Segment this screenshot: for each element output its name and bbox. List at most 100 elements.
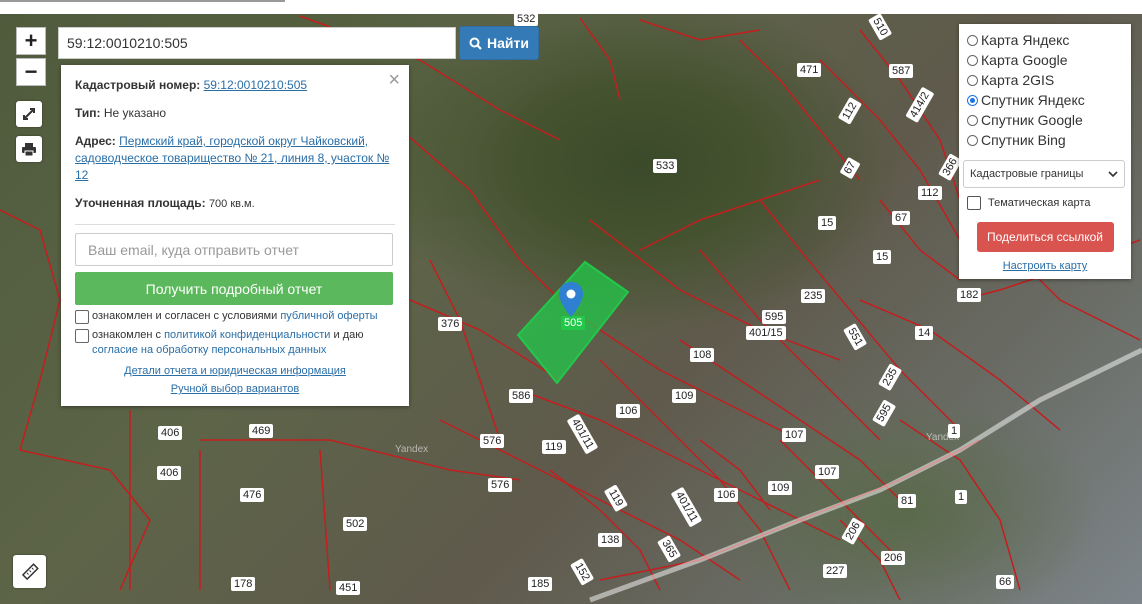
- plot-number-label: 586: [509, 389, 534, 403]
- search-button[interactable]: Найти: [459, 26, 539, 60]
- zoom-out-button[interactable]: −: [16, 58, 46, 86]
- area-label: Уточненная площадь:: [75, 196, 206, 210]
- plot-number-label: 471: [797, 63, 822, 77]
- layer-option-label: Карта Google: [981, 52, 1068, 68]
- privacy-policy-link[interactable]: политикой конфиденциальности: [164, 329, 330, 341]
- adjust-map-link[interactable]: Настроить карту: [1003, 260, 1088, 272]
- map-watermark: Yandex: [395, 444, 429, 455]
- layer-radio[interactable]: [967, 94, 978, 106]
- personal-data-consent-link[interactable]: согласие на обработку персональных данны…: [92, 344, 326, 356]
- plot-number-label: 15: [818, 216, 837, 230]
- overlay-select-value: Кадастровые границы: [970, 168, 1084, 180]
- search-button-label: Найти: [487, 35, 529, 51]
- close-popup-button[interactable]: ×: [388, 69, 400, 92]
- plot-number-label: 532: [514, 14, 539, 26]
- plot-number-label: 401/15: [746, 326, 786, 340]
- plot-number-label: 576: [480, 434, 505, 448]
- address-label: Адрес:: [75, 134, 116, 148]
- privacy-checkbox[interactable]: [75, 329, 89, 343]
- plot-number-label: 469: [249, 424, 274, 438]
- plot-number-label: 109: [768, 481, 793, 495]
- offer-checkbox[interactable]: [75, 310, 89, 324]
- type-row: Тип: Не указано: [75, 105, 395, 122]
- plot-number-label: 376: [438, 317, 463, 331]
- email-input[interactable]: Ваш email, куда отправить отчет: [75, 233, 393, 266]
- thematic-map-label: Тематическая карта: [988, 197, 1091, 209]
- layer-option-label: Спутник Google: [981, 112, 1083, 128]
- plot-number-label: 595: [762, 310, 787, 324]
- privacy-mid-text: и даю: [333, 329, 364, 341]
- manual-choice-link[interactable]: Ручной выбор вариантов: [171, 383, 299, 395]
- overlay-select[interactable]: Кадастровые границы: [963, 160, 1125, 188]
- cadastral-number-row: Кадастровый номер: 59:12:0010210:505: [75, 77, 395, 94]
- plot-number-label: 81: [898, 494, 917, 508]
- layer-radio[interactable]: [967, 54, 978, 66]
- plot-number-label: 476: [240, 488, 265, 502]
- cadastral-number-link[interactable]: 59:12:0010210:505: [204, 78, 307, 92]
- cadastral-number-label: Кадастровый номер:: [75, 78, 201, 92]
- plot-number-label: 451: [336, 581, 361, 595]
- expand-icon: [23, 108, 35, 120]
- cadastral-search-input[interactable]: [58, 27, 456, 59]
- measure-button[interactable]: [13, 555, 46, 588]
- layer-radio[interactable]: [967, 74, 978, 86]
- offer-agreement: ознакомлен и согласен с условиями публич…: [75, 309, 395, 324]
- layer-option-label: Карта 2GIS: [981, 72, 1055, 88]
- plot-number-label: 106: [714, 488, 739, 502]
- share-link-button[interactable]: Поделиться ссылкой: [976, 222, 1114, 252]
- plot-number-label: 15: [873, 250, 892, 264]
- fullscreen-button[interactable]: [16, 101, 42, 127]
- print-button[interactable]: [16, 136, 42, 162]
- layer-option[interactable]: Спутник Google: [967, 110, 1123, 130]
- layer-radio[interactable]: [967, 114, 978, 126]
- report-details-link[interactable]: Детали отчета и юридическая информация: [124, 365, 346, 377]
- printer-icon: [22, 143, 36, 156]
- top-strip: [0, 0, 1142, 14]
- thematic-map-toggle[interactable]: Тематическая карта: [967, 196, 1123, 210]
- plot-number-label: 112: [918, 186, 942, 200]
- layer-option-label: Спутник Яндекс: [981, 92, 1085, 108]
- plot-number-label: 66: [996, 575, 1015, 589]
- plot-number-label: 1: [955, 490, 968, 504]
- area-row: Уточненная площадь: 700 кв.м.: [75, 195, 395, 213]
- plot-info-popup: × Кадастровый номер: 59:12:0010210:505 Т…: [61, 65, 409, 406]
- type-value: Не указано: [103, 106, 167, 120]
- layer-radio[interactable]: [967, 34, 978, 46]
- plot-number-label: 182: [957, 288, 982, 302]
- plot-number-label: 406: [157, 466, 182, 480]
- plot-number-label: 67: [892, 211, 911, 225]
- location-marker-icon[interactable]: [558, 282, 584, 318]
- plot-number-label: 109: [672, 389, 697, 403]
- map-layers-panel: Карта Яндекс Карта Google Карта 2GIS Спутни…: [959, 24, 1131, 279]
- divider: [75, 224, 395, 225]
- address-row: Адрес: Пермский край, городской округ Ча…: [75, 133, 395, 184]
- plot-number-label: 576: [488, 478, 513, 492]
- layer-option[interactable]: Карта Яндекс: [967, 30, 1123, 50]
- plot-number-label: 107: [815, 465, 840, 479]
- offer-text: ознакомлен и согласен с условиями: [92, 310, 278, 322]
- ruler-icon: [21, 562, 39, 580]
- layer-radio[interactable]: [967, 134, 978, 146]
- thematic-map-checkbox[interactable]: [967, 196, 981, 210]
- plot-number-label: 587: [889, 64, 914, 78]
- public-offer-link[interactable]: публичной оферты: [280, 310, 377, 322]
- plot-number-label: 533: [653, 159, 678, 173]
- plot-number-label: 107: [782, 428, 807, 442]
- layer-option[interactable]: Карта Google: [967, 50, 1123, 70]
- layer-option[interactable]: Спутник Bing: [967, 130, 1123, 150]
- privacy-agreement: ознакомлен с политикой конфиденциальност…: [75, 328, 395, 358]
- search-icon: [469, 37, 482, 50]
- map-watermark: Yandex: [926, 432, 960, 443]
- get-report-button[interactable]: Получить подробный отчет: [75, 272, 393, 305]
- address-link[interactable]: Пермский край, городской округ Чайковски…: [75, 134, 389, 182]
- area-value: 700 кв.м.: [208, 198, 255, 210]
- zoom-in-button[interactable]: +: [16, 27, 46, 55]
- layer-option[interactable]: Спутник Яндекс: [967, 90, 1123, 110]
- layer-option[interactable]: Карта 2GIS: [967, 70, 1123, 90]
- plot-number-label: 108: [690, 348, 715, 362]
- plot-number-label: 227: [823, 564, 848, 578]
- plot-number-label: 138: [598, 533, 623, 547]
- layer-option-label: Спутник Bing: [981, 132, 1066, 148]
- privacy-text: ознакомлен с: [92, 329, 162, 341]
- plot-number-label: 206: [881, 551, 906, 565]
